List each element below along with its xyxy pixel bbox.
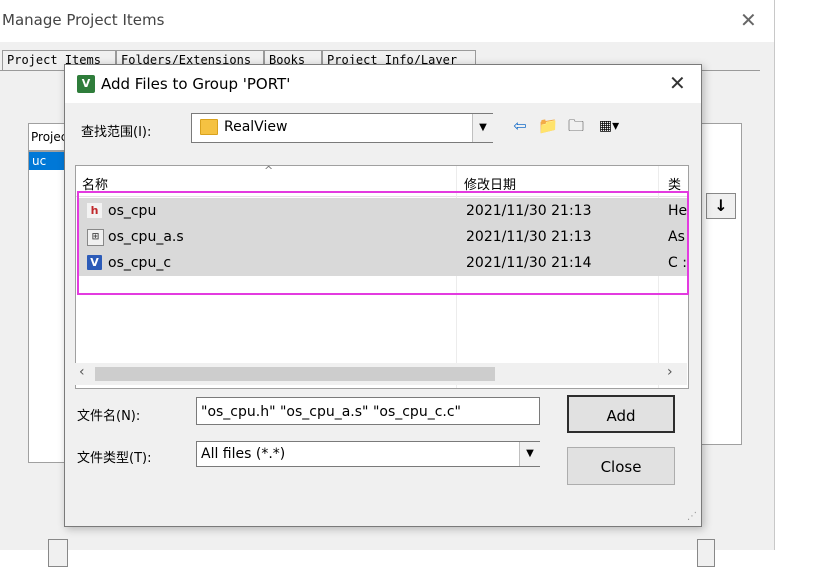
scrollbar-thumb[interactable] bbox=[95, 367, 495, 381]
bottom-right-button[interactable] bbox=[697, 539, 715, 567]
add-files-dialog: V Add Files to Group 'PORT' ✕ 查找范围(I): R… bbox=[64, 64, 702, 527]
chevron-left-icon[interactable]: ‹ bbox=[79, 364, 85, 380]
file-name: os_cpu bbox=[108, 203, 157, 219]
move-down-button[interactable]: ↓ bbox=[706, 193, 736, 219]
file-date: 2021/11/30 21:13 bbox=[466, 203, 592, 219]
filetype-label: 文件类型(T): bbox=[77, 451, 152, 466]
column-type[interactable]: 类 bbox=[668, 174, 681, 193]
filetype-value: All files (*.*) bbox=[201, 446, 286, 462]
list-item[interactable]: uc bbox=[29, 152, 69, 170]
bottom-left-button[interactable] bbox=[48, 539, 68, 567]
look-in-label: 查找范围(I): bbox=[81, 125, 152, 140]
new-folder-icon[interactable]: 🗀 bbox=[565, 115, 587, 137]
close-button[interactable]: Close bbox=[567, 447, 675, 485]
file-list-header: ^ 名称 修改日期 类 bbox=[76, 166, 688, 197]
add-button[interactable]: Add bbox=[567, 395, 675, 433]
close-icon[interactable]: ✕ bbox=[740, 8, 757, 32]
file-date: 2021/11/30 21:13 bbox=[466, 229, 592, 245]
table-row[interactable]: h os_cpu 2021/11/30 21:13 He bbox=[78, 198, 688, 224]
filename-label: 文件名(N): bbox=[77, 409, 141, 424]
up-folder-icon[interactable]: 📁 bbox=[537, 115, 559, 137]
file-name: os_cpu_c bbox=[108, 255, 172, 271]
column-date-modified[interactable]: 修改日期 bbox=[464, 174, 516, 193]
file-type: C : bbox=[668, 255, 687, 271]
look-in-combo[interactable]: RealView ▼ bbox=[191, 113, 493, 143]
file-date: 2021/11/30 21:14 bbox=[466, 255, 592, 271]
folder-icon bbox=[200, 119, 218, 135]
resize-grip-icon[interactable]: ⋰ bbox=[687, 511, 699, 523]
table-row[interactable]: V os_cpu_c 2021/11/30 21:14 C : bbox=[78, 250, 688, 276]
table-row[interactable]: ⊞ os_cpu_a.s 2021/11/30 21:13 As bbox=[78, 224, 688, 250]
file-type: He bbox=[668, 203, 688, 219]
h-file-icon: h bbox=[87, 203, 102, 218]
sort-ascending-icon: ^ bbox=[264, 165, 274, 177]
asm-file-icon: ⊞ bbox=[87, 229, 104, 246]
look-in-value: RealView bbox=[224, 119, 288, 135]
dialog-title-bar: V Add Files to Group 'PORT' ✕ bbox=[65, 65, 701, 103]
close-icon[interactable]: ✕ bbox=[669, 71, 686, 95]
title-bar: Manage Project Items ✕ bbox=[0, 0, 774, 42]
file-list[interactable]: ^ 名称 修改日期 类 h os_cpu 2021/11/30 21:13 He… bbox=[75, 165, 689, 389]
chevron-down-icon[interactable]: ▼ bbox=[472, 114, 493, 142]
file-type: As bbox=[668, 229, 685, 245]
chevron-right-icon[interactable]: › bbox=[667, 364, 673, 380]
files-list[interactable] bbox=[700, 123, 742, 445]
chevron-down-icon[interactable]: ▼ bbox=[519, 442, 540, 466]
c-file-icon: V bbox=[87, 255, 102, 270]
view-menu-icon[interactable]: ▦▾ bbox=[593, 115, 625, 137]
horizontal-scrollbar[interactable]: ‹ › bbox=[75, 363, 687, 385]
column-name[interactable]: 名称 bbox=[82, 174, 108, 193]
file-rows: h os_cpu 2021/11/30 21:13 He ⊞ os_cpu_a.… bbox=[78, 198, 688, 276]
dialog-title: Add Files to Group 'PORT' bbox=[101, 75, 291, 93]
window-title: Manage Project Items bbox=[2, 11, 165, 29]
keil-app-icon: V bbox=[77, 75, 95, 93]
filetype-select[interactable]: All files (*.*) ▼ bbox=[196, 441, 540, 467]
filename-input[interactable]: "os_cpu.h" "os_cpu_a.s" "os_cpu_c.c" bbox=[196, 397, 540, 425]
file-name: os_cpu_a.s bbox=[108, 229, 184, 245]
back-arrow-icon[interactable]: ⇦ bbox=[509, 115, 531, 137]
